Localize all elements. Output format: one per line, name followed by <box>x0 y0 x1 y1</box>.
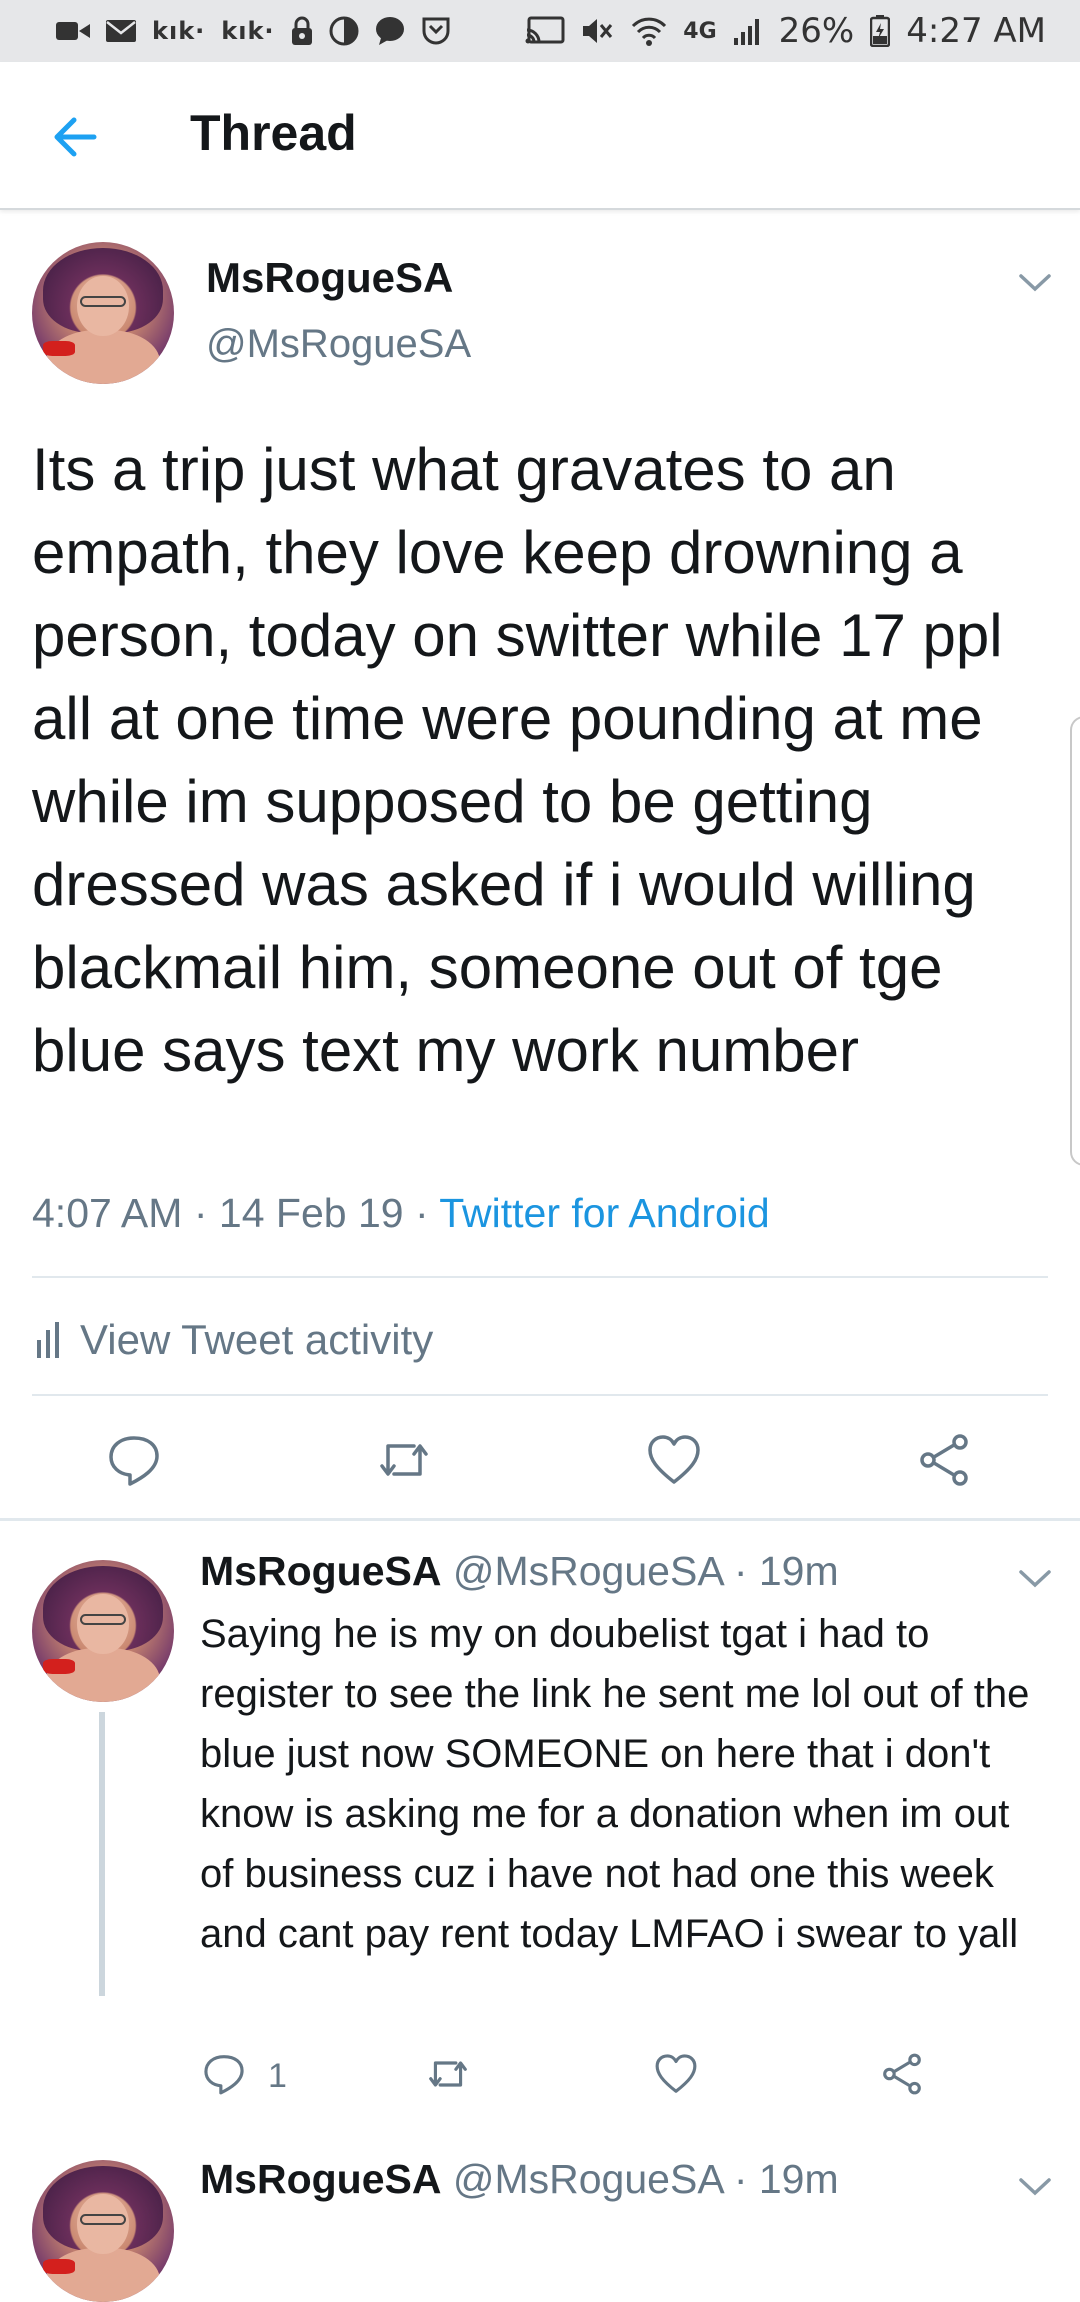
reply-actions <box>0 2050 1080 2100</box>
reply-separator: · <box>733 1548 748 1594</box>
signal-icon <box>733 19 759 45</box>
reply-author-name[interactable]: MsRogueSA <box>200 2156 441 2202</box>
tweet-text: Its a trip just what gravates to an empa… <box>32 436 1003 1084</box>
reply-age: 19m <box>758 2156 839 2202</box>
retweet-icon[interactable] <box>426 2052 470 2096</box>
share-icon[interactable] <box>916 1432 972 1488</box>
page-title: Thread <box>190 105 357 161</box>
reply-author-name[interactable]: MsRogueSA <box>200 1548 441 1594</box>
tweet-meta: 4:07 AM · 14 Feb 19 · Twitter for Androi… <box>32 1190 770 1237</box>
arrow-left-icon[interactable] <box>50 112 100 162</box>
tweet-actions <box>0 1420 1080 1500</box>
activity-label: View Tweet activity <box>80 1316 434 1363</box>
status-bar-left: kık· kık· <box>56 16 451 46</box>
author-handle[interactable]: @MsRogueSA <box>206 322 471 367</box>
contrast-icon <box>329 16 359 46</box>
thread-connector-line <box>99 1712 105 1996</box>
chevron-down-icon[interactable] <box>1018 2176 1052 2198</box>
reply-age: 19m <box>758 1548 839 1594</box>
view-tweet-activity-link[interactable]: View Tweet activity <box>36 1316 433 1364</box>
divider <box>32 1394 1048 1396</box>
status-bar: kık· kık· 4G 26% 4:27 AM <box>0 0 1080 62</box>
battery-percent: 26% <box>778 11 855 51</box>
divider <box>32 1276 1048 1278</box>
reply-icon[interactable] <box>202 2052 246 2096</box>
clock: 4:27 AM <box>906 11 1046 51</box>
lock-icon <box>291 16 312 45</box>
reply-text: Saying he is my on doubelist tgat i had … <box>200 1612 1030 1956</box>
wifi-icon <box>632 17 667 46</box>
avatar[interactable] <box>32 2160 174 2302</box>
mail-icon <box>106 20 136 42</box>
tweet-source-link[interactable]: Twitter for Android <box>439 1190 769 1236</box>
network-type-label: 4G <box>683 18 717 44</box>
cast-icon <box>525 16 565 44</box>
author-name[interactable]: MsRogueSA <box>206 254 453 302</box>
meta-separator: · <box>193 1190 208 1236</box>
retweet-icon[interactable] <box>376 1432 432 1488</box>
reply-count: 1 <box>268 2057 287 2095</box>
chevron-down-icon[interactable] <box>1018 1568 1052 1590</box>
battery-icon <box>870 15 891 47</box>
scroll-edge-indicator[interactable] <box>1070 716 1080 1166</box>
reply-icon[interactable] <box>106 1432 162 1488</box>
shield-icon <box>422 17 450 45</box>
tweet-time: 4:07 AM <box>32 1190 183 1236</box>
like-icon[interactable] <box>646 1432 702 1488</box>
reply-author-handle[interactable]: @MsRogueSA <box>453 2156 723 2202</box>
app-header: Thread <box>0 62 1080 210</box>
kik-icon-2: kık· <box>221 17 275 45</box>
avatar[interactable] <box>32 1560 174 1702</box>
mute-icon <box>583 19 613 43</box>
chat-bubble-icon <box>375 17 404 45</box>
reply-header: MsRogueSA @MsRogueSA · 19m <box>200 1548 839 1595</box>
reply-header: MsRogueSA @MsRogueSA · 19m <box>200 2156 839 2203</box>
video-icon <box>56 22 90 40</box>
tweet-date: 14 Feb 19 <box>218 1190 404 1236</box>
reply-author-handle[interactable]: @MsRogueSA <box>453 1548 723 1594</box>
avatar[interactable] <box>32 242 174 384</box>
activity-bars-icon <box>37 1322 59 1358</box>
like-icon[interactable] <box>654 2052 698 2096</box>
reply-separator: · <box>733 2156 748 2202</box>
section-divider <box>0 1518 1080 1521</box>
meta-separator-2: · <box>414 1190 429 1236</box>
chevron-down-icon[interactable] <box>1018 272 1052 294</box>
status-bar-right: 4G 26% 4:27 AM <box>525 11 1046 51</box>
share-icon[interactable] <box>880 2052 924 2096</box>
kik-icon: kık· <box>152 17 206 45</box>
